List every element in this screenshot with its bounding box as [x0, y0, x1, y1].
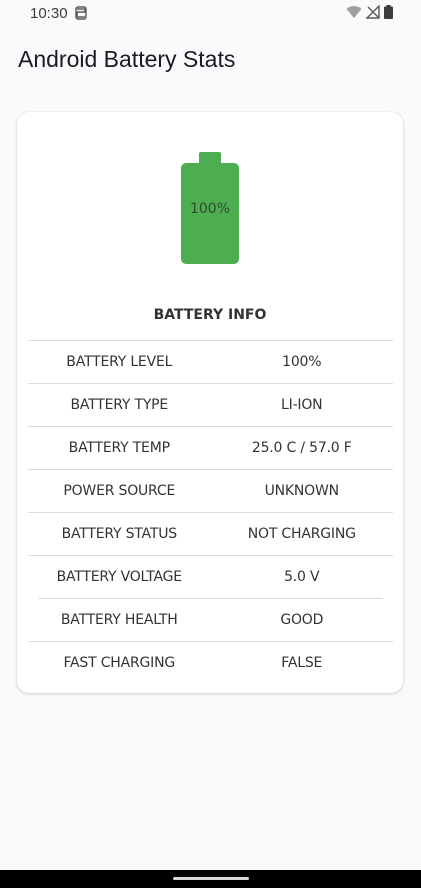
row-battery-temp: BATTERY TEMP 25.0 C / 57.0 F	[28, 427, 393, 469]
battery-info-table: BATTERY LEVEL 100% BATTERY TYPE LI-ION B…	[28, 340, 393, 684]
row-label: POWER SOURCE	[63, 483, 176, 499]
battery-graphic: 100%	[181, 152, 239, 264]
row-label: BATTERY HEALTH	[60, 612, 178, 628]
battery-full-icon	[384, 5, 393, 24]
app-title: Android Battery Stats	[18, 46, 236, 72]
row-value: 25.0 C / 57.0 F	[251, 440, 352, 456]
wifi-icon	[346, 5, 362, 24]
home-gesture-handle[interactable]	[173, 877, 249, 880]
row-label: FAST CHARGING	[63, 655, 176, 671]
battery-level-label: 100%	[189, 200, 231, 217]
row-fast-charging: FAST CHARGING FALSE	[28, 642, 393, 684]
navigation-bar	[0, 870, 421, 888]
row-value: 5.0 V	[284, 569, 320, 585]
sync-notification-icon	[75, 6, 87, 20]
battery-card: 100% BATTERY INFO BATTERY LEVEL 100% BAT…	[17, 112, 403, 693]
row-value: LI-ION	[281, 397, 323, 413]
row-battery-level: BATTERY LEVEL 100%	[28, 341, 393, 383]
row-value: FALSE	[281, 655, 323, 671]
row-battery-type: BATTERY TYPE LI-ION	[28, 384, 393, 426]
status-time: 10:30	[30, 5, 68, 22]
battery-body: 100%	[181, 163, 239, 264]
row-label: BATTERY TYPE	[70, 397, 169, 413]
row-value: UNKNOWN	[264, 483, 340, 499]
row-battery-voltage: BATTERY VOLTAGE 5.0 V	[28, 556, 393, 598]
row-label: BATTERY VOLTAGE	[56, 569, 183, 585]
battery-info-heading: BATTERY INFO	[153, 307, 267, 323]
signal-off-icon	[365, 4, 380, 24]
status-icons	[346, 4, 393, 24]
row-battery-health: BATTERY HEALTH GOOD	[28, 599, 393, 641]
status-bar: 10:30	[0, 0, 421, 28]
row-power-source: POWER SOURCE UNKNOWN	[28, 470, 393, 512]
row-value: GOOD	[280, 612, 324, 628]
row-value: NOT CHARGING	[247, 526, 356, 542]
row-label: BATTERY LEVEL	[66, 354, 173, 370]
row-label: BATTERY STATUS	[61, 526, 178, 542]
row-value: 100%	[282, 354, 322, 370]
row-label: BATTERY TEMP	[68, 440, 170, 456]
row-battery-status: BATTERY STATUS NOT CHARGING	[28, 513, 393, 555]
